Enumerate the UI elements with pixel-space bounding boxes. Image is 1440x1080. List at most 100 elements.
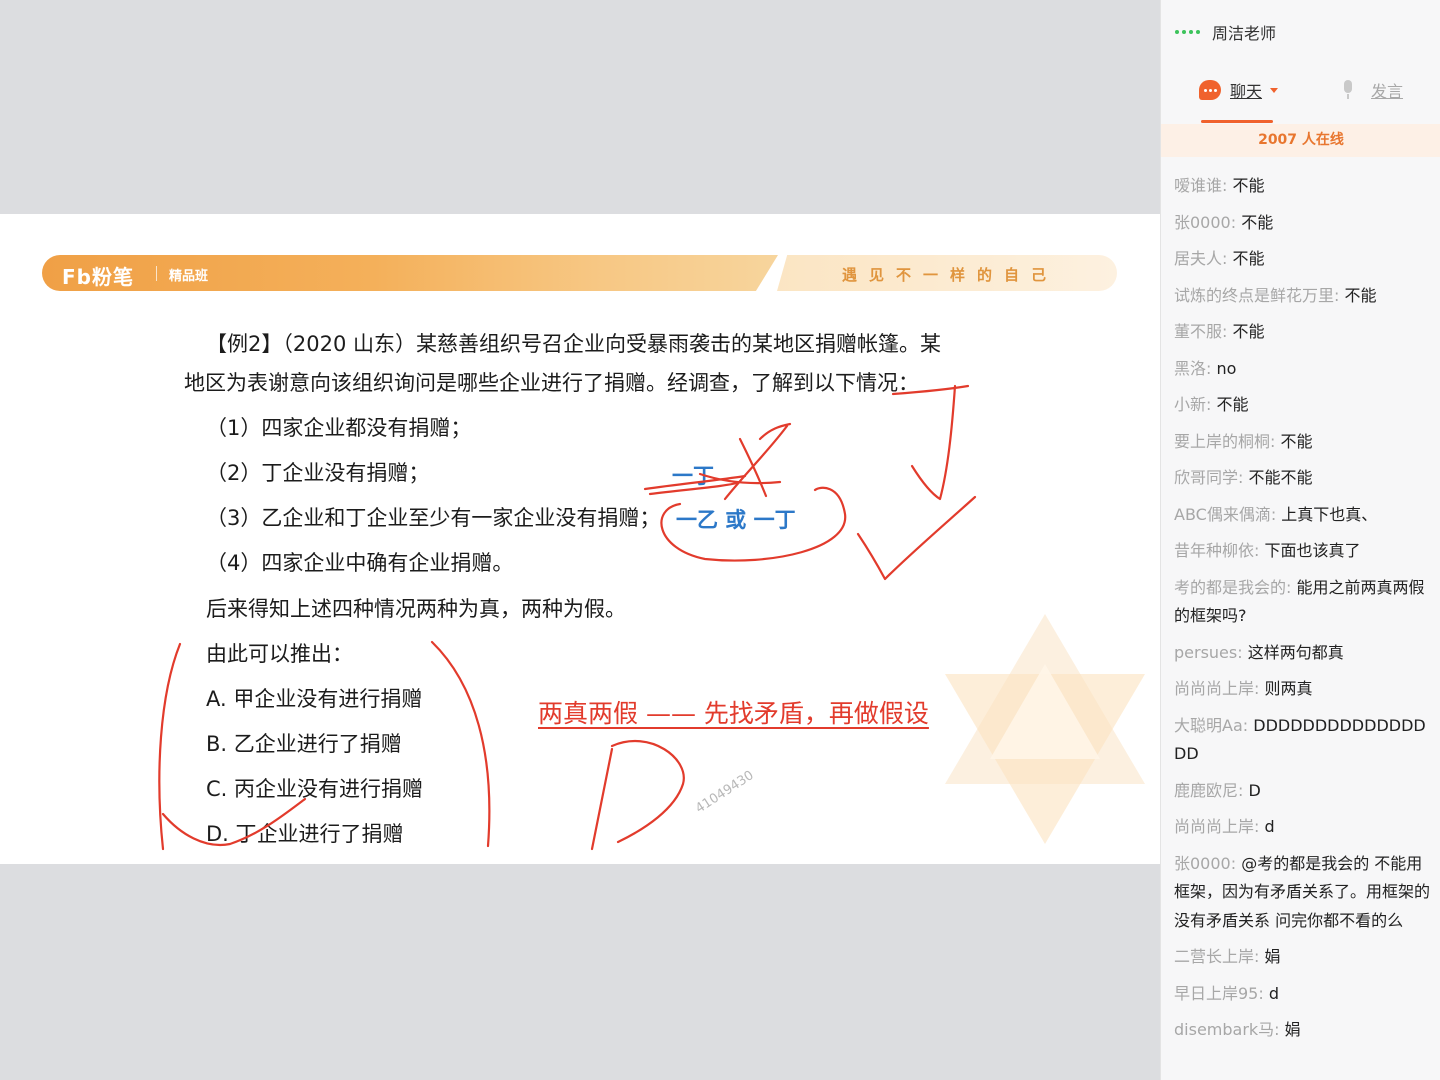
prompt: 由此可以推出： (206, 642, 353, 666)
chat-message-text: 不能 (1236, 212, 1274, 232)
chat-panel: 周洁老师 聊天 发言 2007 人在线 嗳谁谁: 不能 张0000: 不能 居夫人:… (1160, 0, 1440, 1080)
condition-1: （1）四家企业都没有捐赠； (206, 416, 472, 440)
chat-message-text: 不能 (1227, 176, 1265, 195)
chat-message: 早日上岸95: d (1174, 980, 1436, 1009)
signal-icon (1175, 30, 1200, 34)
slide: Fb粉笔 精品班 遇见不一样的自己 【例2】（2020 山东）某慈善组织号召企业… (0, 214, 1160, 864)
watermark-id: 41049430 (693, 767, 757, 817)
condition-4: （4）四家企业中确有企业捐赠。 (206, 551, 514, 575)
chat-message-user[interactable]: persues: (1174, 643, 1243, 662)
option-b: B. 乙企业进行了捐赠 (206, 732, 402, 756)
tab-chat-label: 聊天 (1230, 82, 1263, 101)
tab-chat[interactable]: 聊天 (1199, 78, 1279, 102)
chat-message: 昔年种柳依: 下面也该真了 (1174, 537, 1436, 566)
chat-message: 大聪明Aa: DDDDDDDDDDDDDDDD (1174, 712, 1436, 769)
chat-message: 董不服: 不能 (1174, 318, 1436, 347)
teacher-info: 周洁老师 (1175, 20, 1276, 44)
chat-message-user[interactable]: ABC偶来偶滴: (1174, 505, 1276, 524)
chat-message-text: 上真下也真、 (1276, 504, 1378, 524)
chat-message-user[interactable]: 董不服: (1174, 322, 1227, 341)
chat-message: 尚尚尚上岸: d (1174, 813, 1436, 842)
condition-2: （2）丁企业没有捐赠； (206, 461, 430, 485)
star-watermark-decoration (945, 614, 1145, 844)
chat-message: 欣哥同学: 不能不能 (1174, 464, 1436, 493)
chat-message: 要上岸的桐桐: 不能 (1174, 428, 1436, 457)
question-line-1: 【例2】（2020 山东）某慈善组织号召企业向受暴雨袭击的某地区捐赠帐篷。某 (206, 332, 941, 356)
chat-message-user[interactable]: 张0000: (1174, 854, 1236, 873)
chat-message-user[interactable]: disembark马: (1174, 1020, 1280, 1039)
chat-message-text: 下面也该真了 (1259, 541, 1361, 560)
tab-speak-label: 发言 (1371, 82, 1404, 101)
chat-message-user[interactable]: 欣哥同学: (1174, 468, 1243, 487)
chat-message-user[interactable]: 要上岸的桐桐: (1174, 432, 1275, 451)
chat-message-text: d (1259, 817, 1275, 836)
tab-speak[interactable]: 发言 (1341, 78, 1403, 102)
class-name: 精品班 (169, 269, 209, 284)
chat-message-user[interactable]: 大聪明Aa: (1174, 716, 1248, 735)
chat-message-list[interactable]: 嗳谁谁: 不能 张0000: 不能 居夫人: 不能 试炼的终点是鲜花万里: 不能 董不服… (1174, 172, 1436, 1053)
panel-tabs: 聊天 发言 (1161, 78, 1440, 124)
chat-message: ABC偶来偶滴: 上真下也真、 (1174, 501, 1436, 530)
chat-message: 张0000: 不能 (1174, 209, 1436, 238)
annotation-red-note: 两真两假 —— 先找矛盾，再做假设 (538, 699, 929, 728)
chat-message: 小新: 不能 (1174, 391, 1436, 420)
statement: 后来得知上述四种情况两种为真，两种为假。 (206, 597, 626, 621)
chat-message: 居夫人: 不能 (1174, 245, 1436, 274)
chat-message-user[interactable]: 昔年种柳依: (1174, 541, 1259, 560)
option-c: C. 丙企业没有进行捐赠 (206, 777, 424, 801)
chat-message-text: D (1243, 780, 1261, 800)
chat-message: 鹿鹿欧尼: D (1174, 777, 1436, 806)
brand-logo: Fb粉笔 (62, 265, 134, 289)
slide-stage: Fb粉笔 精品班 遇见不一样的自己 【例2】（2020 山东）某慈善组织号召企业… (0, 0, 1160, 1080)
ink-answer-d (590, 739, 685, 851)
chat-message-user[interactable]: 小新: (1174, 395, 1211, 414)
chat-message-text: 不能 (1275, 431, 1313, 451)
ink-check-mark (856, 495, 977, 581)
chat-message-user[interactable]: 考的都是我会的: (1174, 578, 1291, 597)
chat-message-user[interactable]: 早日上岸95: (1174, 984, 1264, 1003)
ink-left-paren (158, 642, 182, 851)
chat-message-text: d (1263, 983, 1280, 1003)
chat-bubble-icon (1199, 80, 1221, 100)
annotation-ding: 一丁 (672, 464, 714, 488)
chat-message-text: no (1211, 358, 1237, 378)
chat-message-text: 这样两句都真 (1242, 642, 1344, 662)
ink-ding-stroke (891, 384, 970, 501)
caret-down-icon[interactable] (1270, 87, 1279, 93)
condition-3: （3）乙企业和丁企业至少有一家企业没有捐赠； (206, 506, 661, 530)
chat-message-user[interactable]: 黑洛: (1174, 359, 1211, 378)
chat-message: 考的都是我会的: 能用之前两真两假的框架吗? (1174, 574, 1436, 631)
chat-message-user[interactable]: 张0000: (1174, 213, 1236, 232)
chat-message-user[interactable]: 尚尚尚上岸: (1174, 817, 1259, 836)
chat-message-text: 不能 (1339, 285, 1377, 305)
slide-banner: Fb粉笔 精品班 遇见不一样的自己 (42, 255, 1117, 291)
active-tab-indicator (1201, 120, 1273, 123)
mic-icon (1341, 80, 1355, 100)
chat-message: 黑洛: no (1174, 355, 1436, 384)
chat-message: 试炼的终点是鲜花万里: 不能 (1174, 282, 1436, 311)
option-d: D. 丁企业进行了捐赠 (206, 822, 404, 846)
online-count: 2007 人在线 (1161, 124, 1440, 157)
ink-right-paren (430, 640, 491, 848)
chat-message-user[interactable]: 嗳谁谁: (1174, 176, 1227, 195)
chat-message: persues: 这样两句都真 (1174, 639, 1436, 668)
chat-message: disembark马: 娟 (1174, 1016, 1436, 1045)
chat-message-text: 则两真 (1259, 679, 1313, 698)
chat-message-user[interactable]: 二营长上岸: (1174, 947, 1259, 966)
chat-message: 二营长上岸: 娟 (1174, 943, 1436, 972)
chat-message: 尚尚尚上岸: 则两真 (1174, 675, 1436, 704)
chat-message-user[interactable]: 试炼的终点是鲜花万里: (1174, 286, 1339, 305)
chat-message-text: 娟 (1279, 1020, 1301, 1039)
ink-cross (723, 422, 792, 501)
chat-message-user[interactable]: 鹿鹿欧尼: (1174, 781, 1243, 800)
chat-message-user[interactable]: 居夫人: (1174, 249, 1227, 268)
option-a: A. 甲企业没有进行捐赠 (206, 687, 423, 711)
chat-message-text: 不能不能 (1243, 468, 1313, 487)
annotation-yi-or-ding: 一乙 或 一丁 (676, 508, 796, 532)
logo-divider (156, 266, 157, 281)
chat-message: 嗳谁谁: 不能 (1174, 172, 1436, 201)
chat-message-text: 不能 (1227, 322, 1265, 341)
chat-message-user[interactable]: 尚尚尚上岸: (1174, 679, 1259, 698)
chat-message-text: 不能 (1227, 249, 1265, 268)
slogan: 遇见不一样的自己 (842, 266, 1059, 284)
